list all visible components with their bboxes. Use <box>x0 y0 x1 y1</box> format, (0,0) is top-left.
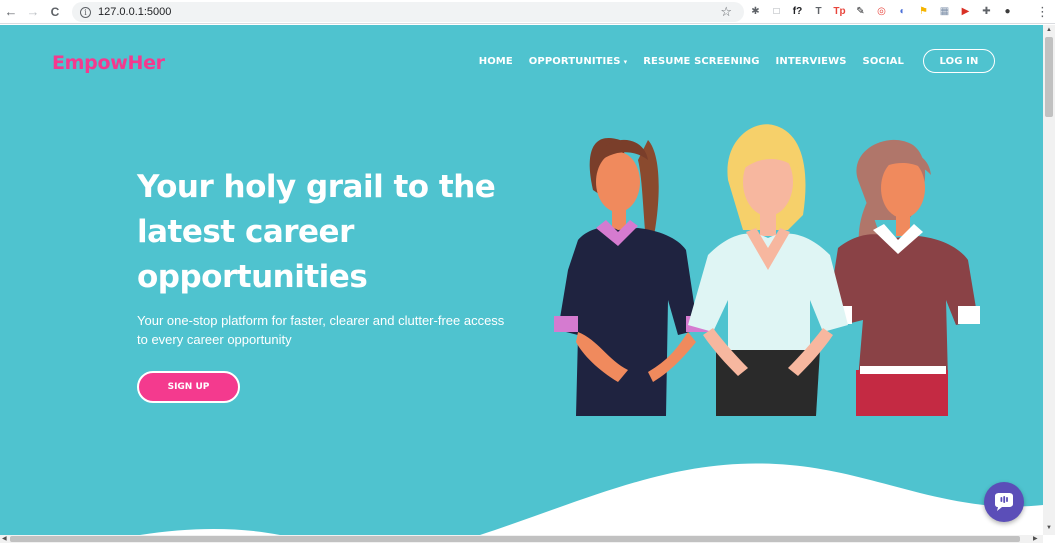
avatar-icon[interactable]: ● <box>1000 4 1015 19</box>
tt-icon[interactable]: T <box>811 4 826 19</box>
forward-icon[interactable]: → <box>22 0 44 24</box>
flag-icon[interactable]: ⚑ <box>916 4 931 19</box>
address-bar[interactable]: i 127.0.0.1:5000 ☆ <box>72 2 744 22</box>
chevron-down-icon: ▾ <box>623 57 628 66</box>
vertical-scrollbar[interactable]: ▲ ▼ <box>1043 25 1055 535</box>
scroll-right-icon[interactable]: ▶ <box>1033 535 1038 542</box>
square-icon[interactable]: □ <box>769 4 784 19</box>
page: EmpowHer HOME OPPORTUNITIES ▾ RESUME SCRE… <box>0 25 1043 535</box>
back-icon[interactable]: ← <box>0 0 22 24</box>
nav-resume-screening[interactable]: RESUME SCREENING <box>643 56 759 67</box>
bug-icon[interactable]: ✱ <box>748 4 763 19</box>
nav-home[interactable]: HOME <box>479 56 513 67</box>
chrome-icon[interactable]: ◎ <box>874 4 889 19</box>
horizontal-scroll-thumb[interactable] <box>10 536 1020 542</box>
chat-bubble-icon[interactable] <box>984 482 1024 522</box>
wave-decoration <box>140 463 1043 535</box>
brand-logo[interactable]: EmpowHer <box>52 52 165 74</box>
woman-right-figure <box>830 139 980 416</box>
video-icon[interactable]: ▶ <box>958 4 973 19</box>
hero-illustration <box>554 124 980 416</box>
site-info-icon[interactable]: i <box>80 6 91 18</box>
browser-toolbar: ← → C i 127.0.0.1:5000 ☆ ✱ □ f? T Tp ✎ ◎ ◐ ⚑ ▦ ▶ ✚ ●… <box>0 0 1055 24</box>
tp-icon[interactable]: Tp <box>832 4 847 19</box>
hero-title: Your holy grail to the latest career opp… <box>137 169 496 295</box>
url-text[interactable]: 127.0.0.1:5000 <box>98 6 171 18</box>
grid-icon[interactable]: ▦ <box>937 4 952 19</box>
nav-interviews[interactable]: INTERVIEWS <box>776 56 847 67</box>
woman-left-figure <box>554 138 710 416</box>
scroll-left-icon[interactable]: ◀ <box>2 535 7 542</box>
nav-social[interactable]: SOCIAL <box>863 56 904 67</box>
nav-opportunities-label: OPPORTUNITIES <box>528 55 621 67</box>
scroll-up-icon[interactable]: ▲ <box>1046 27 1052 33</box>
compass-icon[interactable]: ◐ <box>895 4 910 19</box>
signup-button[interactable]: SIGN UP <box>137 371 240 403</box>
scroll-down-icon[interactable]: ▼ <box>1046 525 1052 531</box>
hero-subtitle: Your one-stop platform for faster, clear… <box>137 313 505 347</box>
reload-icon[interactable]: C <box>44 0 66 24</box>
vertical-scroll-thumb[interactable] <box>1045 37 1053 117</box>
formula-icon[interactable]: f? <box>790 4 805 19</box>
pen-icon[interactable]: ✎ <box>853 4 868 19</box>
extensions-bar: ✱ □ f? T Tp ✎ ◎ ◐ ⚑ ▦ ▶ ✚ ● <box>748 4 1015 19</box>
bookmark-star-icon[interactable]: ☆ <box>720 4 732 20</box>
browser-menu-icon[interactable]: ⋮ <box>1036 3 1049 21</box>
puzzle-icon[interactable]: ✚ <box>979 4 994 19</box>
main-nav: HOME OPPORTUNITIES ▾ RESUME SCREENING INT… <box>463 49 995 73</box>
login-button[interactable]: LOG IN <box>923 49 995 73</box>
horizontal-scrollbar[interactable]: ◀ ▶ <box>0 535 1043 543</box>
woman-middle-figure <box>688 124 848 416</box>
nav-opportunities[interactable]: OPPORTUNITIES ▾ <box>529 56 627 67</box>
chat-icon-glyph <box>995 493 1013 511</box>
